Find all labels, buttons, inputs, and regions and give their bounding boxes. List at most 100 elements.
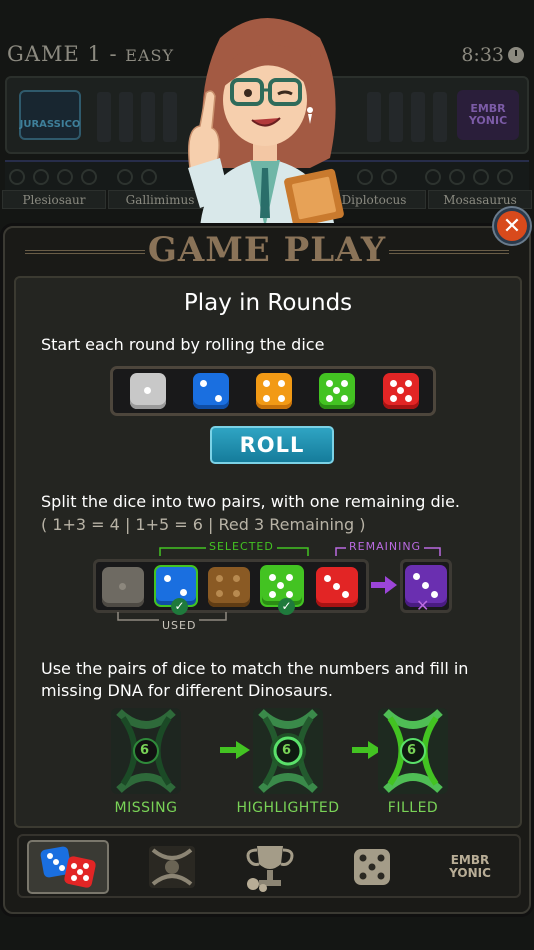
dna-circle (117, 169, 133, 185)
jurassico-logo: JURASSICO (19, 90, 81, 140)
die-pip (180, 589, 187, 596)
dna-circle (81, 169, 97, 185)
die-pip (431, 591, 438, 598)
die-pip (326, 380, 333, 387)
die-pip (390, 380, 397, 387)
die-pip (216, 575, 223, 582)
dice-tray (110, 366, 436, 416)
board-slot (119, 92, 133, 142)
step1-text: Start each round by rolling the dice (41, 335, 325, 354)
die-pip (413, 573, 420, 580)
dna-highlighted-label: HIGHLIGHTED (236, 800, 340, 816)
die-pip (341, 395, 348, 402)
die-pip (164, 575, 171, 582)
die-blue (193, 373, 229, 409)
section-title: Play in Rounds (183, 290, 353, 316)
nav-trophy-tab[interactable] (229, 840, 311, 894)
die-used-grey (102, 567, 144, 607)
die-pip (405, 380, 412, 387)
modal-title: GAME PLAY (147, 230, 387, 270)
die-pip (233, 575, 240, 582)
die-pip (324, 575, 331, 582)
step3-text: Use the pairs of dice to match the numbe… (41, 659, 469, 700)
dice-icon (40, 846, 96, 888)
trophy-icon (246, 846, 294, 892)
nav-dice-tab[interactable] (27, 840, 109, 894)
die-icon (354, 849, 390, 885)
die-white (130, 373, 166, 409)
jurassico-logo-text: JURASSICO (19, 119, 81, 130)
dna-circle (9, 169, 25, 185)
arrow-right-icon (371, 576, 397, 594)
board-slot (433, 92, 447, 142)
clock-icon (508, 47, 524, 63)
die-pip (277, 582, 284, 589)
die-pip (397, 387, 404, 394)
arrow-right-icon (220, 741, 250, 759)
die-pip (269, 574, 276, 581)
dna-circle (33, 169, 49, 185)
die-pip (144, 387, 151, 394)
timer-value: 8:33 (461, 44, 504, 66)
die-pip (233, 590, 240, 597)
gameplay-modal: GAME PLAY Play in Rounds Start each roun… (3, 226, 531, 914)
die-orange (256, 373, 292, 409)
die-pip (215, 395, 222, 402)
dna-highlighted-number: 6 (282, 743, 292, 758)
embryonic-logo-icon: EMBR YONIC (449, 853, 491, 880)
dna-missing-number: 6 (140, 743, 150, 758)
embryonic-logo-text: EMBR YONIC (468, 102, 508, 127)
scientist-character (188, 18, 344, 228)
die-pip (342, 591, 349, 598)
close-button[interactable]: ✕ (494, 208, 530, 244)
board-slot (411, 92, 425, 142)
die-red-pending (316, 567, 358, 607)
dna-circle (449, 169, 465, 185)
dna-icon (149, 846, 195, 888)
gameplay-nav: EMBR YONIC (17, 834, 521, 898)
embryonic-logo: EMBR YONIC (457, 90, 519, 140)
dna-missing-label: MISSING (114, 800, 178, 816)
die-pip (216, 590, 223, 597)
die-pip (286, 574, 293, 581)
board-slot (389, 92, 403, 142)
die-pip (278, 395, 285, 402)
used-label: USED (159, 619, 200, 632)
nav-dna-tab[interactable] (131, 840, 213, 894)
die-red (383, 373, 419, 409)
roll-button[interactable]: ROLL (210, 426, 334, 464)
remaining-label: REMAINING (346, 540, 425, 553)
split-dice-tray (93, 559, 369, 613)
title-separator: - (109, 42, 118, 66)
die-pip (119, 583, 126, 590)
dna-circle (141, 169, 157, 185)
nav-die-tab[interactable] (331, 840, 413, 894)
step2-text: Split the dice into two pairs, with one … (41, 492, 460, 511)
dna-circle (473, 169, 489, 185)
die-pip (263, 380, 270, 387)
die-used-orange (208, 567, 250, 607)
dna-circle (381, 169, 397, 185)
dna-filled-number: 6 (407, 743, 417, 758)
dna-circle (425, 169, 441, 185)
die-pip (200, 380, 207, 387)
dino-name-plesiosaur[interactable]: Plesiosaur (2, 190, 106, 209)
board-slot (141, 92, 155, 142)
die-pip (333, 387, 340, 394)
close-icon: ✕ (502, 213, 522, 239)
step2-example: ( 1+3 = 4 | 1+5 = 6 | Red 3 Remaining ) (41, 515, 366, 534)
board-slot (97, 92, 111, 142)
die-pip (263, 395, 270, 402)
dino-name-mosasaurus[interactable]: Mosasaurus (428, 190, 532, 209)
dna-circle (57, 169, 73, 185)
die-pip (326, 395, 333, 402)
dna-filled-label: FILLED (387, 800, 439, 816)
instructions-panel: Play in Rounds Start each round by rolli… (14, 276, 522, 828)
die-green (319, 373, 355, 409)
game-number: GAME 1 (7, 42, 102, 66)
nav-embryonic-tab[interactable]: EMBR YONIC (429, 840, 511, 894)
selected-label: SELECTED (206, 540, 277, 553)
check-icon: ✓ (278, 598, 295, 615)
game-title: GAME 1 - EASY (7, 42, 174, 66)
die-pip (269, 591, 276, 598)
